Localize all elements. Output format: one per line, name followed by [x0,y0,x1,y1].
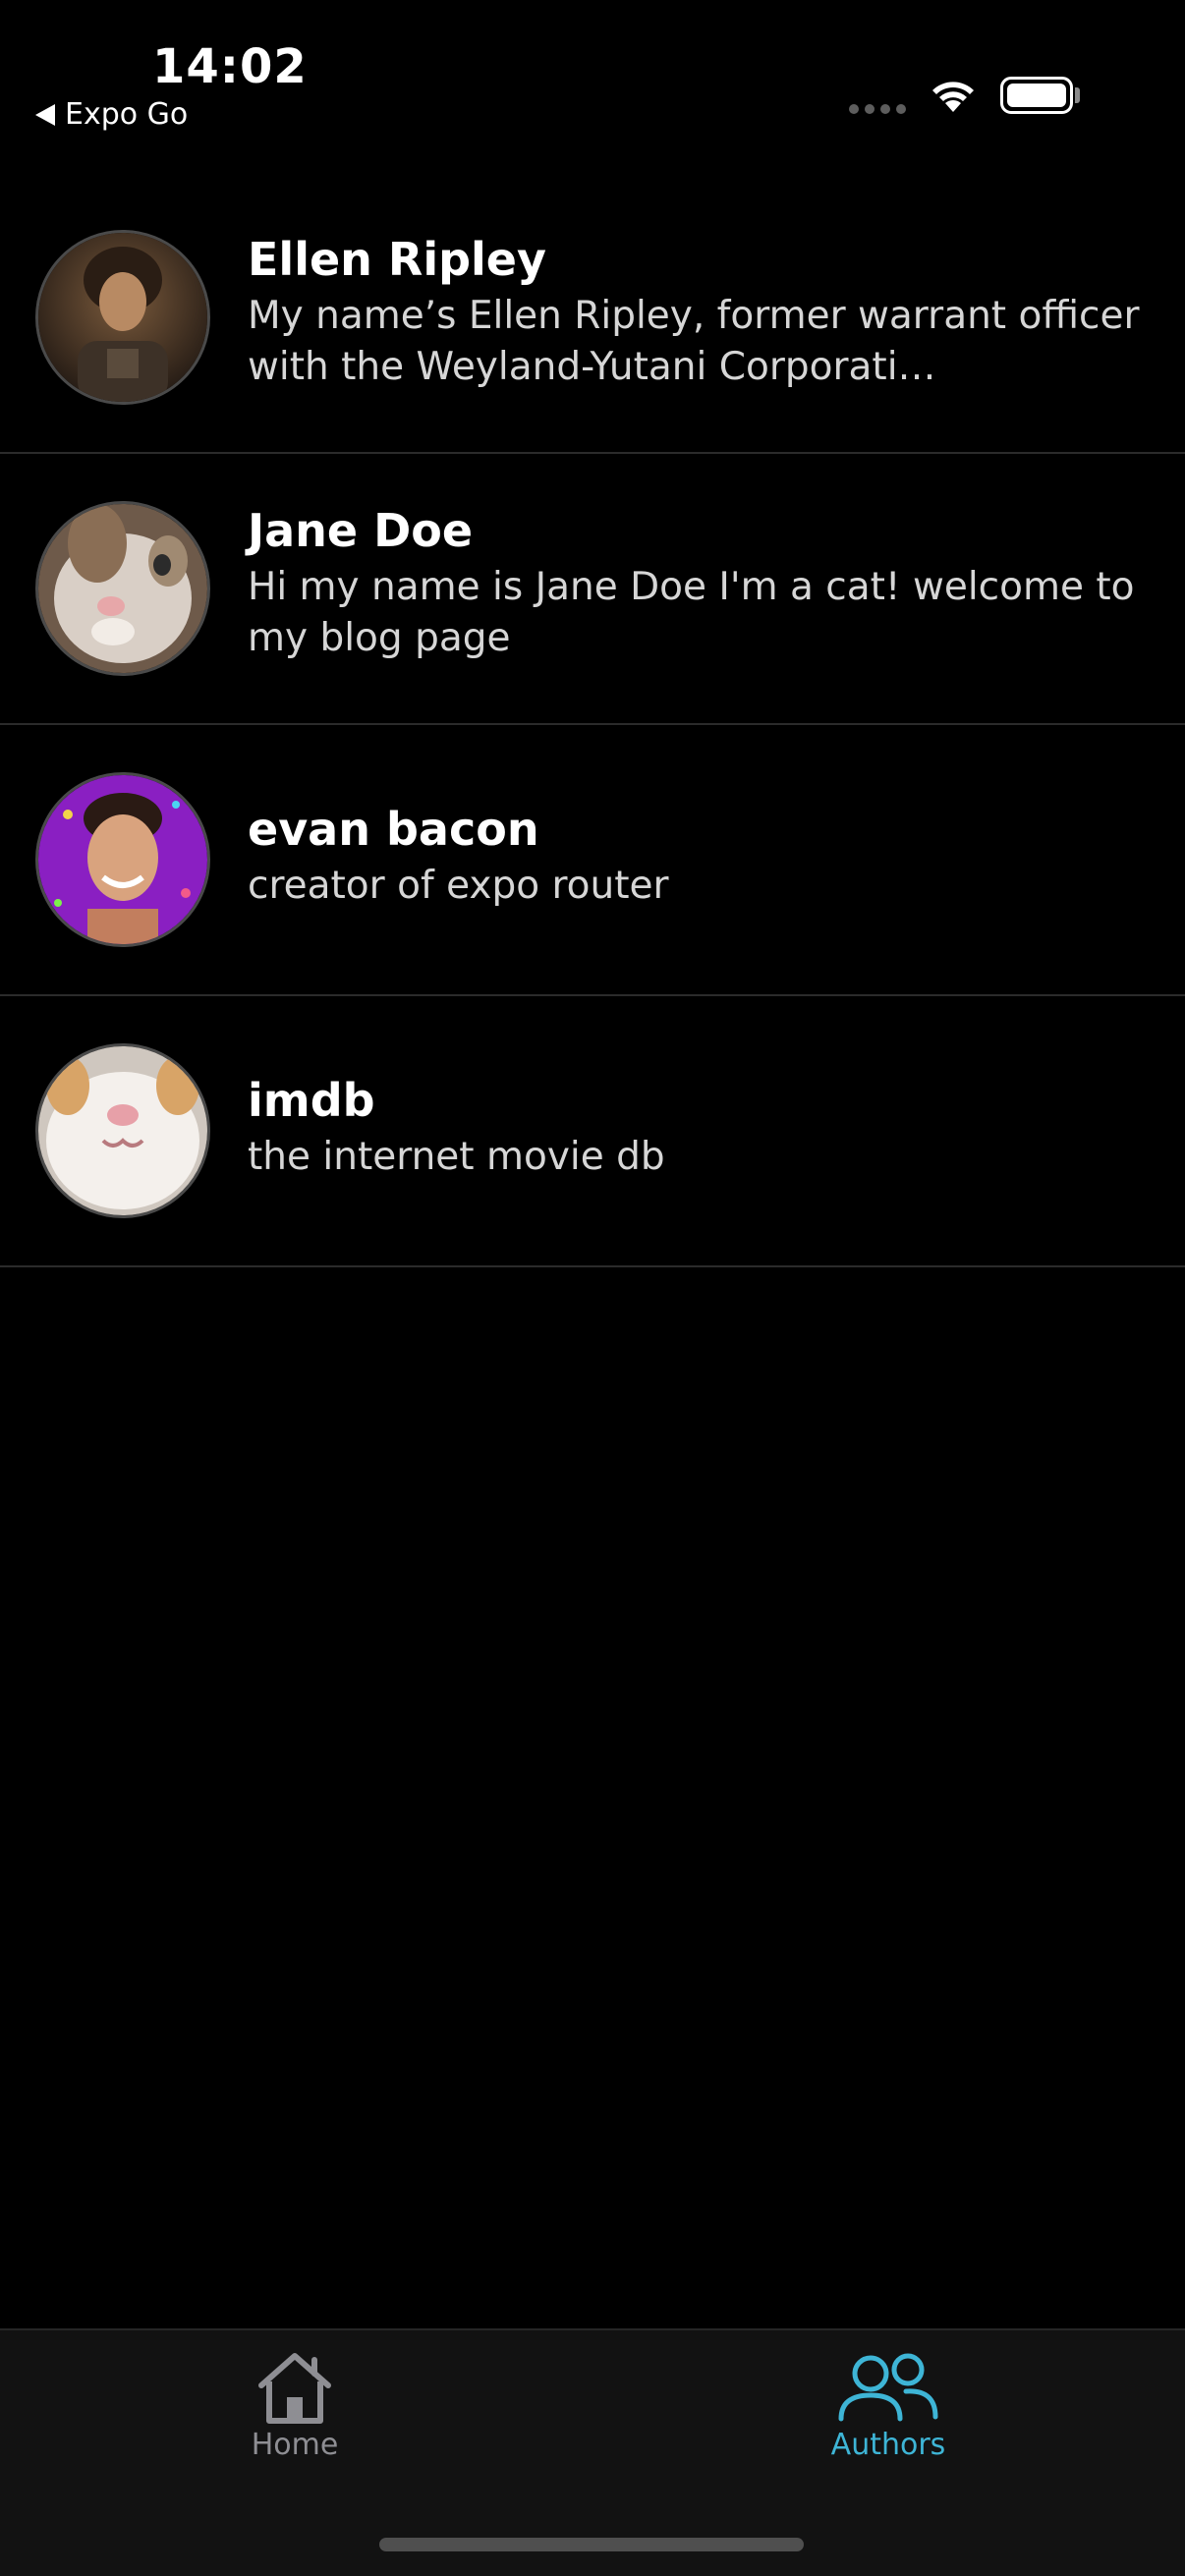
author-bio: the internet movie db [248,1135,665,1179]
author-text: imdb the internet movie db [248,1073,1171,1183]
back-to-expo-go-link[interactable]: Expo Go [35,100,188,130]
author-row-ellen-ripley[interactable]: Ellen Ripley My name’s Ellen Ripley, for… [0,183,1185,454]
author-bio: My name’s Ellen Ripley, former warrant o… [248,294,1140,389]
home-icon [258,2353,331,2424]
author-name: Ellen Ripley [248,233,546,286]
status-bar: 14:02 Expo Go [0,0,1185,147]
avatar-jane-doe [35,501,210,676]
author-row-evan-bacon[interactable]: evan bacon creator of expo router [0,725,1185,996]
author-bio: creator of expo router [248,864,669,908]
author-text: Jane Doe Hi my name is Jane Doe I'm a ca… [248,503,1171,664]
author-row-imdb[interactable]: imdb the internet movie db [0,996,1185,1267]
tab-label: Home [251,2428,339,2462]
tab-home[interactable]: Home [147,2350,442,2478]
author-name: evan bacon [248,803,539,856]
avatar-ellen-ripley [35,230,210,405]
status-time: 14:02 [152,39,308,94]
back-label: Expo Go [65,97,189,132]
battery-cap [1075,87,1080,103]
back-arrow-icon [35,104,55,126]
author-bio: Hi my name is Jane Doe I'm a cat! welcom… [248,565,1135,660]
author-name: imdb [248,1074,375,1127]
home-indicator [379,2538,804,2551]
author-text: evan bacon creator of expo router [248,802,1171,912]
avatar-imdb [35,1043,210,1218]
cellular-signal-icon [849,104,906,114]
battery-icon [1000,77,1073,114]
wifi-icon [932,82,974,112]
author-row-jane-doe[interactable]: Jane Doe Hi my name is Jane Doe I'm a ca… [0,454,1185,725]
author-name: Jane Doe [248,504,474,557]
author-text: Ellen Ripley My name’s Ellen Ripley, for… [248,232,1171,393]
tab-authors[interactable]: Authors [741,2350,1036,2478]
tab-label: Authors [830,2428,946,2462]
people-icon [838,2353,938,2422]
author-list: Ellen Ripley My name’s Ellen Ripley, for… [0,183,1185,1267]
avatar-evan-bacon [35,772,210,947]
